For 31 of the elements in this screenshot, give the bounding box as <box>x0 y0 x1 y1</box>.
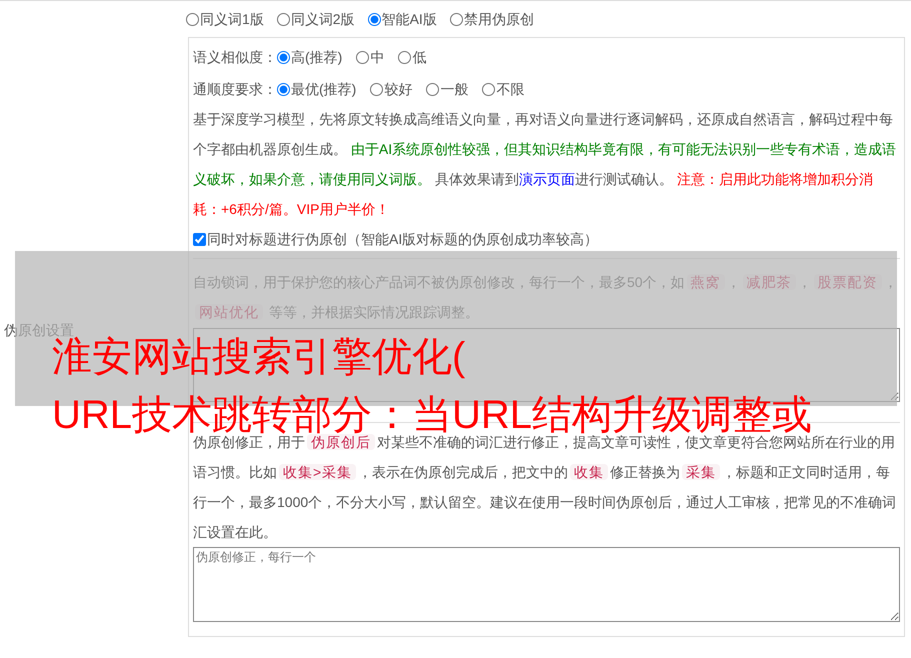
radio-button[interactable] <box>482 82 496 96</box>
option-label: 同义词1版 <box>200 10 264 28</box>
radio-button[interactable] <box>426 82 440 96</box>
option-label: 最优(推荐) <box>291 80 356 99</box>
radio-button[interactable] <box>398 50 412 64</box>
option-label: 智能AI版 <box>382 10 437 28</box>
radio-button[interactable] <box>368 12 381 26</box>
radio-button[interactable] <box>370 82 384 96</box>
description-paragraph: 伪原创修正，用于 伪原创后 对某些不准确的词汇进行修正，提高文章可读性，使文章更符合您网站所在行业的用语习惯。比如 收集>采集 ，表示在伪原创完成后，把文中的 收集 修正替换为 采集 ，标题和正文同时适用，每行一个，最多1000个，不分大小写，默认留空。建议在使用一段时间伪原创后，通过人工审核，把常见的不准确词汇设置在此。 <box>193 434 898 542</box>
option-label: 高(推荐) <box>291 48 342 67</box>
radio-button[interactable] <box>277 82 290 96</box>
option-label: 中 <box>370 48 384 67</box>
radio-button[interactable] <box>276 12 290 26</box>
field-label: 语义相似度： <box>193 48 277 67</box>
banner-title: 淮安网站搜索引擎优化( <box>52 335 466 381</box>
radio-button[interactable] <box>356 50 370 64</box>
radio-button[interactable] <box>186 12 199 26</box>
option-label: 同时对标题进行伪原创（智能AI版对标题的伪原创成功率较高） <box>207 230 598 249</box>
corrections-input[interactable]: 伪原创修正，每行一个 <box>193 547 900 622</box>
option-label: 低 <box>412 48 426 67</box>
option-label: 一般 <box>440 80 468 99</box>
option-label: 较好 <box>384 80 412 99</box>
option-label: 禁用伪原创 <box>464 10 534 28</box>
checkbox[interactable] <box>193 232 206 246</box>
option-label: 不限 <box>496 80 524 99</box>
demo-page-link[interactable]: 演示页面 <box>518 171 575 187</box>
radio-button[interactable] <box>450 12 463 26</box>
radio-button[interactable] <box>277 50 290 64</box>
description-paragraph: 基于深度学习模型，先将原文转换成高维语义向量，再对语义向量进行逐词解码，还原成自然语言，解码过程中每个字都由机器原创生成。 由于AI系统原创性较强，但其知识结构毕竟有限，有可能无法识别一些专有术语，造成语义破坏，如果介意，请使用同义词版。 具体效果请到演示页面进行测试确认。 注意：启用此功能将增加积分消耗：+6积分/篇。VIP用户半价！ <box>193 110 898 219</box>
field-label: 通顺度要求： <box>193 80 277 99</box>
option-label: 同义词2版 <box>290 10 355 28</box>
